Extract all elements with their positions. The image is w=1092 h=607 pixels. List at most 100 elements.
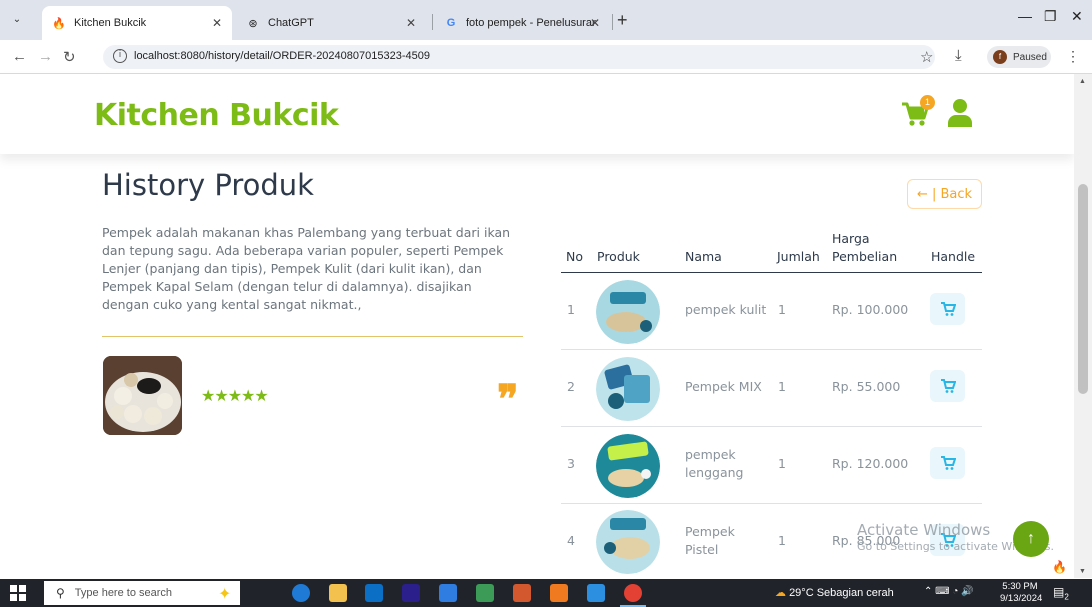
col-header-jumlah: Jumlah bbox=[777, 249, 820, 264]
tab-search-button[interactable]: ⌄ bbox=[8, 11, 26, 29]
table-row: 3 pempek lenggang 1 Rp. 120.000 bbox=[561, 427, 982, 504]
forward-arrow-icon[interactable]: → bbox=[38, 48, 53, 65]
brand-logo[interactable]: Kitchen Bukcik bbox=[94, 98, 339, 133]
quote-icon: ❞ bbox=[497, 376, 519, 423]
weather-icon: ☁ bbox=[775, 587, 786, 599]
product-image bbox=[596, 280, 660, 344]
minimize-icon[interactable]: — bbox=[1018, 8, 1032, 24]
col-header-produk: Produk bbox=[597, 249, 640, 264]
product-image bbox=[596, 357, 660, 421]
row-nama: pempek lenggang bbox=[685, 447, 744, 480]
file-explorer-icon[interactable] bbox=[329, 584, 347, 602]
calculator-icon[interactable] bbox=[439, 584, 457, 602]
cart-icon bbox=[940, 456, 956, 470]
close-tab-icon[interactable]: ✕ bbox=[406, 16, 416, 30]
weather-text: 29°C Sebagian cerah bbox=[789, 587, 894, 599]
row-jumlah: 1 bbox=[778, 533, 786, 548]
scroll-down-icon[interactable]: ▼ bbox=[1079, 568, 1086, 575]
cart-count-badge: 1 bbox=[920, 95, 935, 110]
row-no: 3 bbox=[567, 456, 575, 471]
activate-windows-watermark: Activate Windows bbox=[857, 521, 991, 539]
notification-icon[interactable]: ▤2 bbox=[1053, 585, 1069, 601]
chrome-icon[interactable] bbox=[624, 584, 642, 602]
more-menu-icon[interactable]: ⋮ bbox=[1066, 48, 1080, 65]
reload-icon[interactable]: ↻ bbox=[63, 48, 76, 66]
bookmark-star-icon[interactable]: ☆ bbox=[920, 48, 933, 66]
browser-toolbar: ← → ↻ i localhost:8080/history/detail/OR… bbox=[0, 40, 1092, 74]
spreadsheet-icon[interactable] bbox=[476, 584, 494, 602]
page-title: History Produk bbox=[102, 168, 314, 202]
profile-button[interactable]: f Paused bbox=[987, 46, 1051, 68]
site-header: Kitchen Bukcik 1 bbox=[0, 74, 1074, 154]
close-tab-icon[interactable]: ✕ bbox=[590, 16, 600, 30]
row-no: 2 bbox=[567, 379, 575, 394]
edge-icon[interactable] bbox=[292, 584, 310, 602]
taskbar-clock[interactable]: 5:30 PM 9/13/2024 bbox=[1000, 581, 1043, 605]
col-header-nama: Nama bbox=[685, 249, 722, 264]
tab-chatgpt[interactable]: ⊛ ChatGPT ✕ bbox=[236, 6, 426, 40]
col-header-pembelian: Pembelian bbox=[832, 249, 898, 264]
col-header-handle: Handle bbox=[931, 249, 976, 264]
back-arrow-icon[interactable]: ← bbox=[12, 48, 27, 65]
google-favicon-icon: G bbox=[446, 17, 456, 29]
powerpoint-icon[interactable] bbox=[513, 584, 531, 602]
add-to-cart-button[interactable] bbox=[930, 447, 965, 479]
add-to-cart-button[interactable] bbox=[930, 293, 965, 325]
tab-title: Kitchen Bukcik bbox=[74, 17, 147, 29]
user-icon[interactable] bbox=[947, 98, 973, 128]
row-jumlah: 1 bbox=[778, 302, 786, 317]
chatgpt-favicon-icon: ⊛ bbox=[248, 17, 258, 30]
flame-favicon-icon: 🔥 bbox=[52, 17, 66, 30]
col-header-no: No bbox=[566, 249, 583, 264]
close-tab-icon[interactable]: ✕ bbox=[212, 16, 222, 30]
windows-start-icon[interactable] bbox=[10, 585, 26, 601]
profile-status: Paused bbox=[1013, 51, 1047, 63]
clock-date: 9/13/2024 bbox=[1000, 593, 1043, 604]
weather-widget[interactable]: ☁ 29°C Sebagian cerah bbox=[775, 586, 894, 599]
scroll-to-top-button[interactable]: ↑ bbox=[1013, 521, 1049, 557]
tab-kitchen-bukcik[interactable]: 🔥 Kitchen Bukcik ✕ bbox=[42, 6, 232, 40]
back-button[interactable]: ← | Back bbox=[907, 179, 982, 209]
close-window-icon[interactable]: ✕ bbox=[1071, 8, 1083, 25]
notification-count: 2 bbox=[1064, 592, 1069, 602]
search-icon: ⚲ bbox=[56, 586, 65, 600]
scroll-up-icon[interactable]: ▲ bbox=[1079, 78, 1086, 85]
sparkle-icon[interactable]: ✦ bbox=[218, 584, 236, 603]
system-tray[interactable]: ⌃ ⌨ ◔ 🔊 bbox=[924, 586, 974, 597]
tab-google-search[interactable]: G foto pempek - Penelusuran Goo ✕ bbox=[434, 6, 610, 40]
scrollbar-thumb[interactable] bbox=[1078, 184, 1088, 394]
product-image bbox=[596, 434, 660, 498]
row-nama: pempek kulit bbox=[685, 302, 767, 317]
row-jumlah: 1 bbox=[778, 379, 786, 394]
product-image bbox=[596, 510, 660, 574]
url-text[interactable]: localhost:8080/history/detail/ORDER-2024… bbox=[134, 50, 430, 62]
tab-title: foto pempek - Penelusuran Goo bbox=[466, 17, 596, 29]
row-no: 1 bbox=[567, 302, 575, 317]
search-placeholder: Type here to search bbox=[74, 587, 173, 599]
table-row: 2 Pempek MIX 1 Rp. 55.000 bbox=[561, 350, 982, 427]
mail-icon[interactable] bbox=[365, 584, 383, 602]
new-tab-button[interactable]: + bbox=[617, 10, 628, 31]
taskbar-search-input[interactable]: ⚲ Type here to search bbox=[44, 581, 240, 605]
tab-title: ChatGPT bbox=[268, 17, 314, 29]
cart-icon bbox=[940, 302, 956, 316]
review-photo bbox=[103, 356, 182, 435]
product-description: Pempek adalah makanan khas Palembang yan… bbox=[102, 225, 511, 312]
cart-icon bbox=[940, 379, 956, 393]
download-icon[interactable]: ⤓ bbox=[955, 47, 962, 64]
photoshop-icon[interactable] bbox=[402, 584, 420, 602]
row-harga: Rp. 55.000 bbox=[832, 379, 901, 394]
col-header-harga: Harga bbox=[832, 231, 870, 246]
row-jumlah: 1 bbox=[778, 456, 786, 471]
browser-tab-strip: ⌄ 🔥 Kitchen Bukcik ✕ ⊛ ChatGPT ✕ G foto … bbox=[0, 0, 1092, 40]
restore-icon[interactable]: ❐ bbox=[1044, 8, 1057, 25]
add-to-cart-button[interactable] bbox=[930, 370, 965, 402]
windows-taskbar: ⚲ Type here to search ✦ ☁ 29°C Sebagian … bbox=[0, 579, 1092, 607]
address-bar[interactable]: i localhost:8080/history/detail/ORDER-20… bbox=[103, 45, 935, 69]
site-info-icon[interactable]: i bbox=[113, 49, 127, 63]
xampp-icon[interactable] bbox=[550, 584, 568, 602]
page-scrollbar[interactable]: ▲ ▼ bbox=[1074, 74, 1092, 578]
vscode-icon[interactable] bbox=[587, 584, 605, 602]
row-harga: Rp. 120.000 bbox=[832, 456, 909, 471]
rating-stars: ★★★★★ bbox=[201, 388, 269, 405]
